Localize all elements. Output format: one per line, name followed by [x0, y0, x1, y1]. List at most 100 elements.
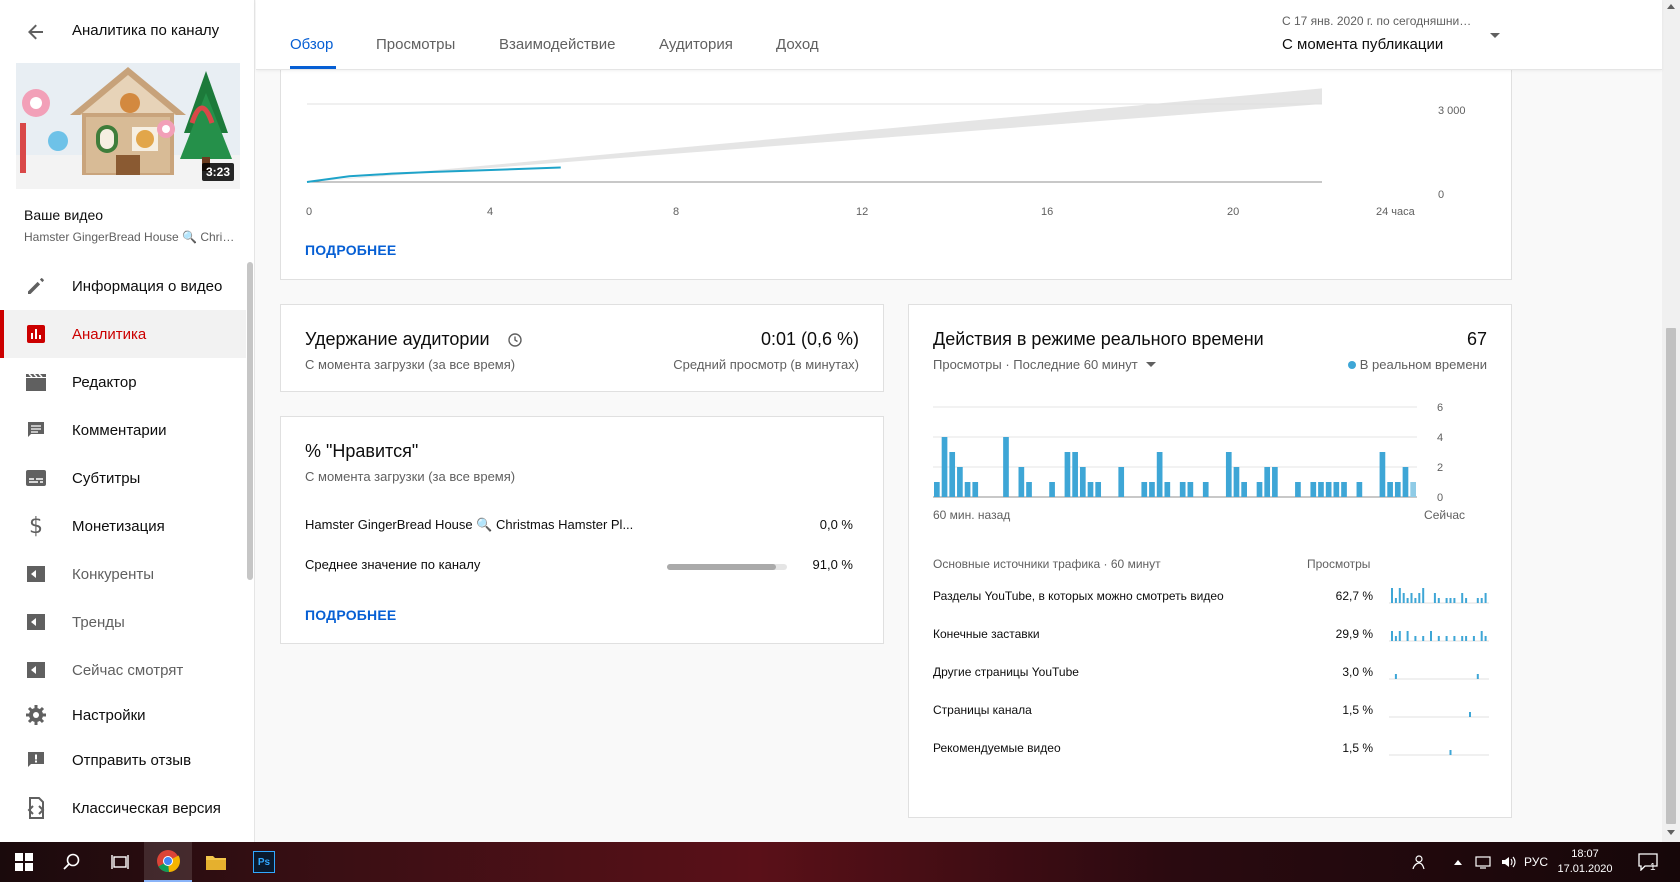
task-view-icon[interactable] — [96, 842, 144, 882]
likes-row-value: 91,0 % — [812, 557, 853, 572]
x-tick-label: 60 мин. назад — [933, 508, 1010, 522]
sidebar-item-settings[interactable]: Настройки — [0, 694, 246, 736]
sparkline-bar — [1398, 588, 1401, 603]
realtime-bar — [1410, 482, 1416, 497]
dropdown-caret-icon[interactable] — [1490, 33, 1500, 38]
realtime-bar — [1333, 482, 1340, 497]
sidebar-item-monetization[interactable]: $ Монетизация — [0, 502, 246, 550]
history-icon[interactable] — [507, 332, 523, 353]
comment-icon — [24, 418, 48, 442]
sidebar-item-watching-now[interactable]: Сейчас смотрят — [0, 646, 246, 694]
realtime-bar — [1072, 452, 1078, 497]
video-title[interactable]: Hamster GingerBread House 🔍 Christmas Ha… — [24, 230, 236, 244]
traffic-source-row: Рекомендуемые видео 1,5 % — [933, 741, 1489, 779]
views-chart-card: 3 000 0 0 4 8 12 16 20 24 часа ПОДРОБНЕЕ — [280, 40, 1512, 280]
sidebar-item-subtitles[interactable]: Субтитры — [0, 454, 246, 502]
clapperboard-icon — [24, 370, 48, 394]
scroll-up-arrow-icon[interactable] — [1667, 4, 1675, 9]
page-scrollbar-thumb[interactable] — [1666, 328, 1676, 824]
sidebar-item-label: Редактор — [72, 373, 137, 391]
realtime-bar — [1310, 482, 1317, 497]
sidebar-item-competitors[interactable]: Конкуренты — [0, 550, 246, 598]
x-tick-label: 4 — [487, 206, 494, 218]
realtime-bar — [1272, 467, 1278, 497]
scroll-down-arrow-icon[interactable] — [1667, 830, 1675, 835]
video-thumbnail[interactable]: 3:23 — [16, 63, 240, 189]
sidebar-item-feedback[interactable]: Отправить отзыв — [0, 736, 246, 784]
file-explorer-icon[interactable] — [192, 842, 240, 882]
sidebar-item-analytics[interactable]: Аналитика — [0, 310, 246, 358]
typical-range-band — [307, 88, 1322, 182]
live-indicator: В реальном времени — [1347, 357, 1487, 372]
chrome-icon[interactable] — [144, 842, 192, 882]
views-more-link[interactable]: ПОДРОБНЕЕ — [305, 242, 396, 258]
realtime-bar — [1087, 482, 1094, 497]
photoshop-icon[interactable]: Ps — [240, 842, 288, 882]
plugin-icon — [24, 562, 48, 586]
windows-taskbar: Ps РУС 18:07 17.01.2020 1 — [0, 842, 1680, 882]
sidebar-item-comments[interactable]: Комментарии — [0, 406, 246, 454]
sparkline-bar — [1453, 598, 1456, 603]
realtime-bar — [1379, 452, 1386, 497]
sidebar-item-label: Монетизация — [72, 517, 165, 535]
x-tick-label: Сейчас — [1424, 508, 1465, 522]
tab-overview[interactable]: Обзор — [290, 36, 333, 53]
period-selector[interactable]: С 17 янв. 2020 г. по сегодняшний день С … — [1282, 14, 1502, 53]
notifications-icon[interactable]: 1 — [1628, 842, 1668, 882]
sidebar-item-editor[interactable]: Редактор — [0, 358, 246, 406]
search-icon[interactable] — [48, 842, 96, 882]
realtime-bar — [1064, 452, 1071, 497]
traffic-source-row: Конечные заставки 29,9 % — [933, 627, 1489, 665]
sidebar-item-classic[interactable]: Классическая версия — [0, 784, 246, 832]
back-arrow-icon[interactable] — [22, 18, 50, 46]
volume-icon[interactable] — [1498, 842, 1520, 882]
people-icon[interactable] — [1406, 842, 1430, 882]
sidebar-item-label: Конкуренты — [72, 565, 155, 583]
realtime-bar — [1018, 467, 1025, 497]
realtime-bar — [964, 482, 971, 497]
sparkline-bar — [1469, 712, 1471, 717]
sparkline-bar — [1422, 588, 1425, 603]
network-icon[interactable] — [1472, 842, 1494, 882]
realtime-filter-label: Просмотры · Последние 60 минут — [933, 357, 1138, 372]
realtime-bar — [1341, 482, 1347, 497]
traffic-sources-list: Разделы YouTube, в которых можно смотрет… — [933, 588, 1489, 779]
analytics-icon — [24, 322, 48, 346]
tray-chevron-icon[interactable] — [1450, 842, 1466, 882]
x-tick-label: 20 — [1227, 206, 1240, 218]
retention-value: 0:01 (0,6 %) — [760, 329, 859, 349]
clock-time: 18:07 — [1571, 848, 1599, 860]
views-series-line — [306, 166, 561, 183]
sparkline-bar — [1445, 636, 1448, 641]
realtime-bar — [1164, 482, 1171, 497]
likes-more-link[interactable]: ПОДРОБНЕЕ — [305, 607, 396, 623]
tab-bar: Обзор Просмотры Взаимодействие Аудитория… — [256, 0, 1662, 70]
tab-engagement[interactable]: Взаимодействие — [499, 36, 615, 53]
likes-row-label: Hamster GingerBread House 🔍 Christmas Ha… — [305, 517, 634, 532]
sparkline-bar — [1394, 674, 1397, 679]
sparkline-bar — [1476, 598, 1479, 603]
traffic-source-label: Конечные заставки — [933, 627, 1040, 641]
language-indicator[interactable]: РУС — [1524, 842, 1548, 882]
realtime-count: 67 — [1466, 329, 1487, 349]
windows-start-icon[interactable] — [0, 842, 48, 882]
x-tick-label: 0 — [306, 206, 313, 218]
realtime-bar — [1241, 482, 1247, 497]
retention-value-label: Средний просмотр (в минутах) — [673, 357, 859, 372]
sidebar-item-details[interactable]: Информация о видео — [0, 262, 246, 310]
realtime-bar — [1118, 467, 1125, 497]
sidebar-item-label: Комментарии — [72, 421, 167, 439]
sidebar-item-label: Информация о видео — [72, 277, 223, 295]
clock-date: 17.01.2020 — [1557, 863, 1613, 875]
realtime-bar — [1295, 482, 1301, 497]
page-scrollbar[interactable] — [1662, 0, 1680, 842]
tab-audience[interactable]: Аудитория — [659, 36, 733, 53]
tab-views[interactable]: Просмотры — [376, 36, 455, 53]
tab-revenue[interactable]: Доход — [776, 36, 819, 53]
realtime-bar — [1394, 482, 1401, 497]
clock[interactable]: 18:07 17.01.2020 — [1555, 842, 1615, 882]
sidebar-scrollbar[interactable] — [247, 262, 253, 580]
sidebar-item-trends[interactable]: Тренды — [0, 598, 246, 646]
realtime-filter-dropdown[interactable]: Просмотры · Последние 60 минут — [933, 357, 1156, 372]
realtime-bar — [1141, 482, 1148, 497]
